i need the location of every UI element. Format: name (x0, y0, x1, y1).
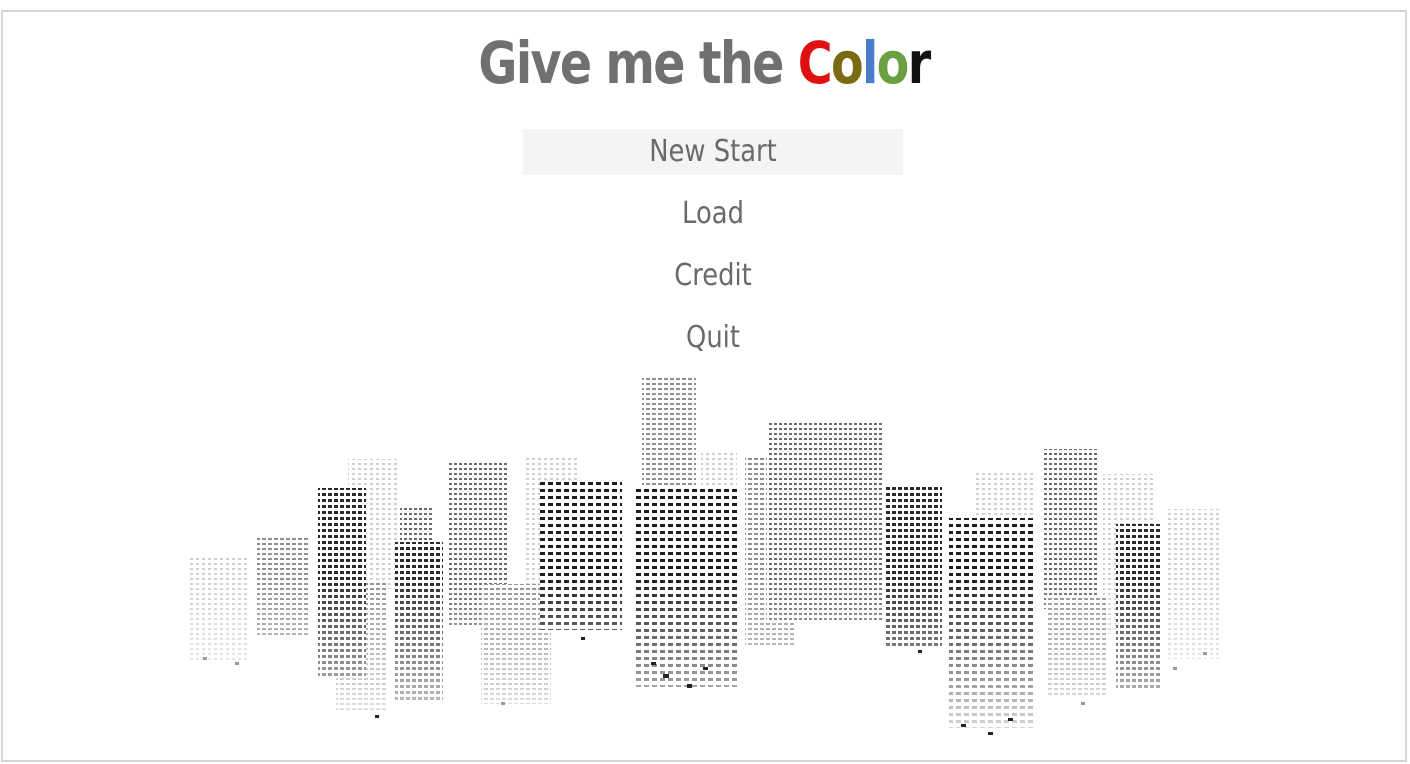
menu-item-label[interactable]: New Start (550, 129, 877, 175)
menu-item-load[interactable]: Load (523, 191, 903, 237)
menu-item-label[interactable]: Load (550, 191, 877, 237)
menu-item-credit[interactable]: Credit (523, 253, 903, 299)
game-title: Give me the Color (129, 30, 1279, 96)
title-letter: l (862, 29, 878, 97)
main-menu: New Start Load Credit Quit (523, 129, 903, 377)
title-letter: o (830, 29, 864, 97)
title-prefix: Give me the (478, 29, 798, 97)
title-letter: o (876, 29, 910, 97)
title-letter: r (907, 29, 931, 97)
title-letter: C (797, 29, 833, 97)
menu-item-new-start[interactable]: New Start (523, 129, 903, 175)
game-window: Give me the Color New Start Load Credit Qui… (1, 10, 1407, 762)
menu-item-label[interactable]: Credit (550, 253, 877, 299)
city-skyline-image (183, 372, 1233, 742)
menu-item-quit[interactable]: Quit (523, 315, 903, 361)
menu-item-label[interactable]: Quit (550, 315, 877, 361)
title-colored-word: Color (797, 29, 931, 97)
